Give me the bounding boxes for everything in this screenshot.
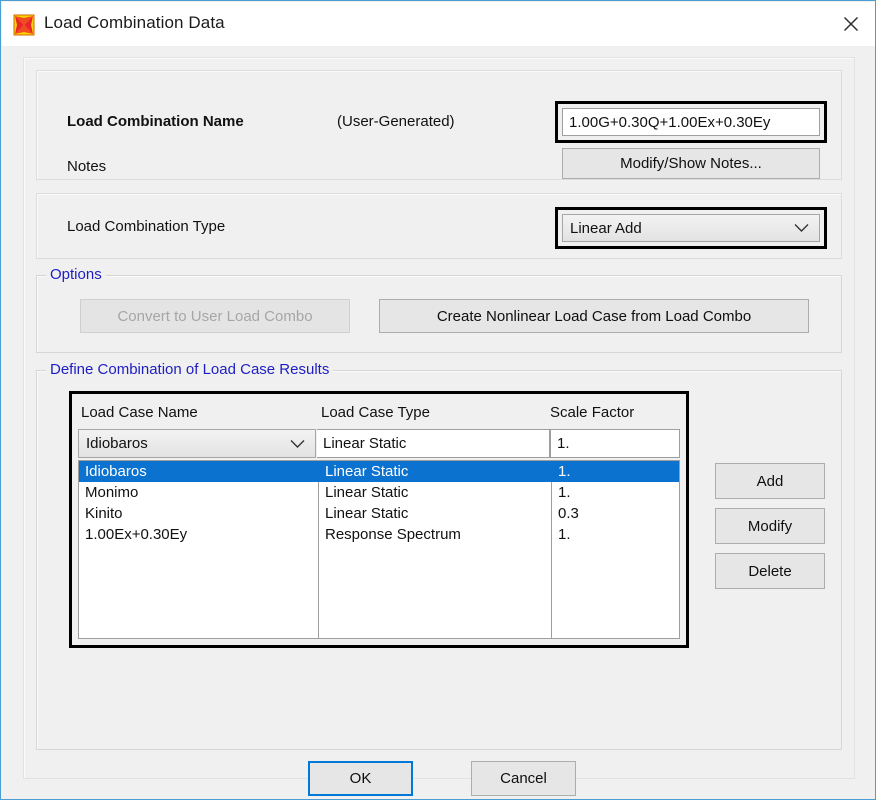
cell-load-case-name: 1.00Ex+0.30Ey (85, 524, 187, 545)
cancel-button[interactable]: Cancel (471, 761, 576, 796)
cell-load-case-type: Response Spectrum (325, 524, 461, 545)
cell-load-case-type: Linear Static (325, 503, 408, 524)
options-group: Options Convert to User Load Combo Creat… (36, 275, 842, 353)
load-case-type-value: Linear Static (317, 429, 550, 458)
column-header-load-case-type: Load Case Type (321, 404, 430, 421)
cell-scale-factor: 1. (558, 461, 571, 482)
load-combination-type-label: Load Combination Type (67, 218, 225, 235)
modify-button[interactable]: Modify (715, 508, 825, 544)
load-case-name-value: Idiobaros (86, 435, 148, 452)
window-title: Load Combination Data (44, 13, 225, 33)
cell-scale-factor: 1. (558, 524, 571, 545)
table-row[interactable]: Idiobaros Linear Static 1. (79, 461, 679, 482)
combination-type-group: Load Combination Type Linear Add (36, 193, 842, 259)
add-button[interactable]: Add (715, 463, 825, 499)
dialog-outer-panel: Load Combination Name (User-Generated) 1… (23, 57, 855, 779)
table-row[interactable]: Kinito Linear Static 0.3 (79, 503, 679, 524)
table-row[interactable]: 1.00Ex+0.30Ey Response Spectrum 1. (79, 524, 679, 545)
ok-button[interactable]: OK (308, 761, 413, 796)
title-bar: Load Combination Data (2, 2, 876, 46)
cell-load-case-type: Linear Static (325, 461, 408, 482)
notes-label: Notes (67, 158, 106, 175)
cell-load-case-name: Idiobaros (85, 461, 147, 482)
convert-to-user-load-combo-button[interactable]: Convert to User Load Combo (80, 299, 350, 333)
load-combination-name-input[interactable]: 1.00G+0.30Q+1.00Ex+0.30Ey (562, 108, 820, 136)
cell-scale-factor: 1. (558, 482, 571, 503)
column-header-scale-factor: Scale Factor (550, 404, 634, 421)
define-combination-group: Define Combination of Load Case Results … (36, 370, 842, 750)
create-nonlinear-load-case-button[interactable]: Create Nonlinear Load Case from Load Com… (379, 299, 809, 333)
user-generated-note: (User-Generated) (337, 113, 455, 130)
sap2000-star-icon (13, 14, 35, 36)
load-combination-dialog: Load Combination Data Load Combination N… (0, 0, 876, 800)
name-notes-group: Load Combination Name (User-Generated) 1… (36, 70, 842, 180)
cell-load-case-name: Kinito (85, 503, 123, 524)
chevron-down-icon (794, 224, 809, 233)
table-row[interactable]: Monimo Linear Static 1. (79, 482, 679, 503)
modify-show-notes-button[interactable]: Modify/Show Notes... (562, 148, 820, 179)
define-combination-legend: Define Combination of Load Case Results (46, 361, 333, 378)
scale-factor-input[interactable]: 1. (550, 429, 680, 458)
chevron-down-icon (290, 439, 305, 448)
close-icon[interactable] (826, 2, 876, 46)
options-legend: Options (46, 266, 106, 283)
load-case-list-rows: Idiobaros Linear Static 1. Monimo Linear Sta… (79, 461, 679, 545)
dialog-client-area: Load Combination Name (User-Generated) 1… (2, 46, 876, 800)
load-combination-type-value: Linear Add (570, 220, 642, 237)
delete-button[interactable]: Delete (715, 553, 825, 589)
column-header-load-case-name: Load Case Name (81, 404, 198, 421)
cell-scale-factor: 0.3 (558, 503, 579, 524)
load-combination-type-select[interactable]: Linear Add (562, 214, 820, 242)
cell-load-case-type: Linear Static (325, 482, 408, 503)
load-case-table: Load Case Name Load Case Type Scale Fact… (69, 391, 689, 648)
load-case-name-select[interactable]: Idiobaros (78, 429, 316, 458)
load-case-list[interactable]: Idiobaros Linear Static 1. Monimo Linear Sta… (78, 460, 680, 639)
load-combination-name-label: Load Combination Name (67, 113, 244, 130)
cell-load-case-name: Monimo (85, 482, 138, 503)
